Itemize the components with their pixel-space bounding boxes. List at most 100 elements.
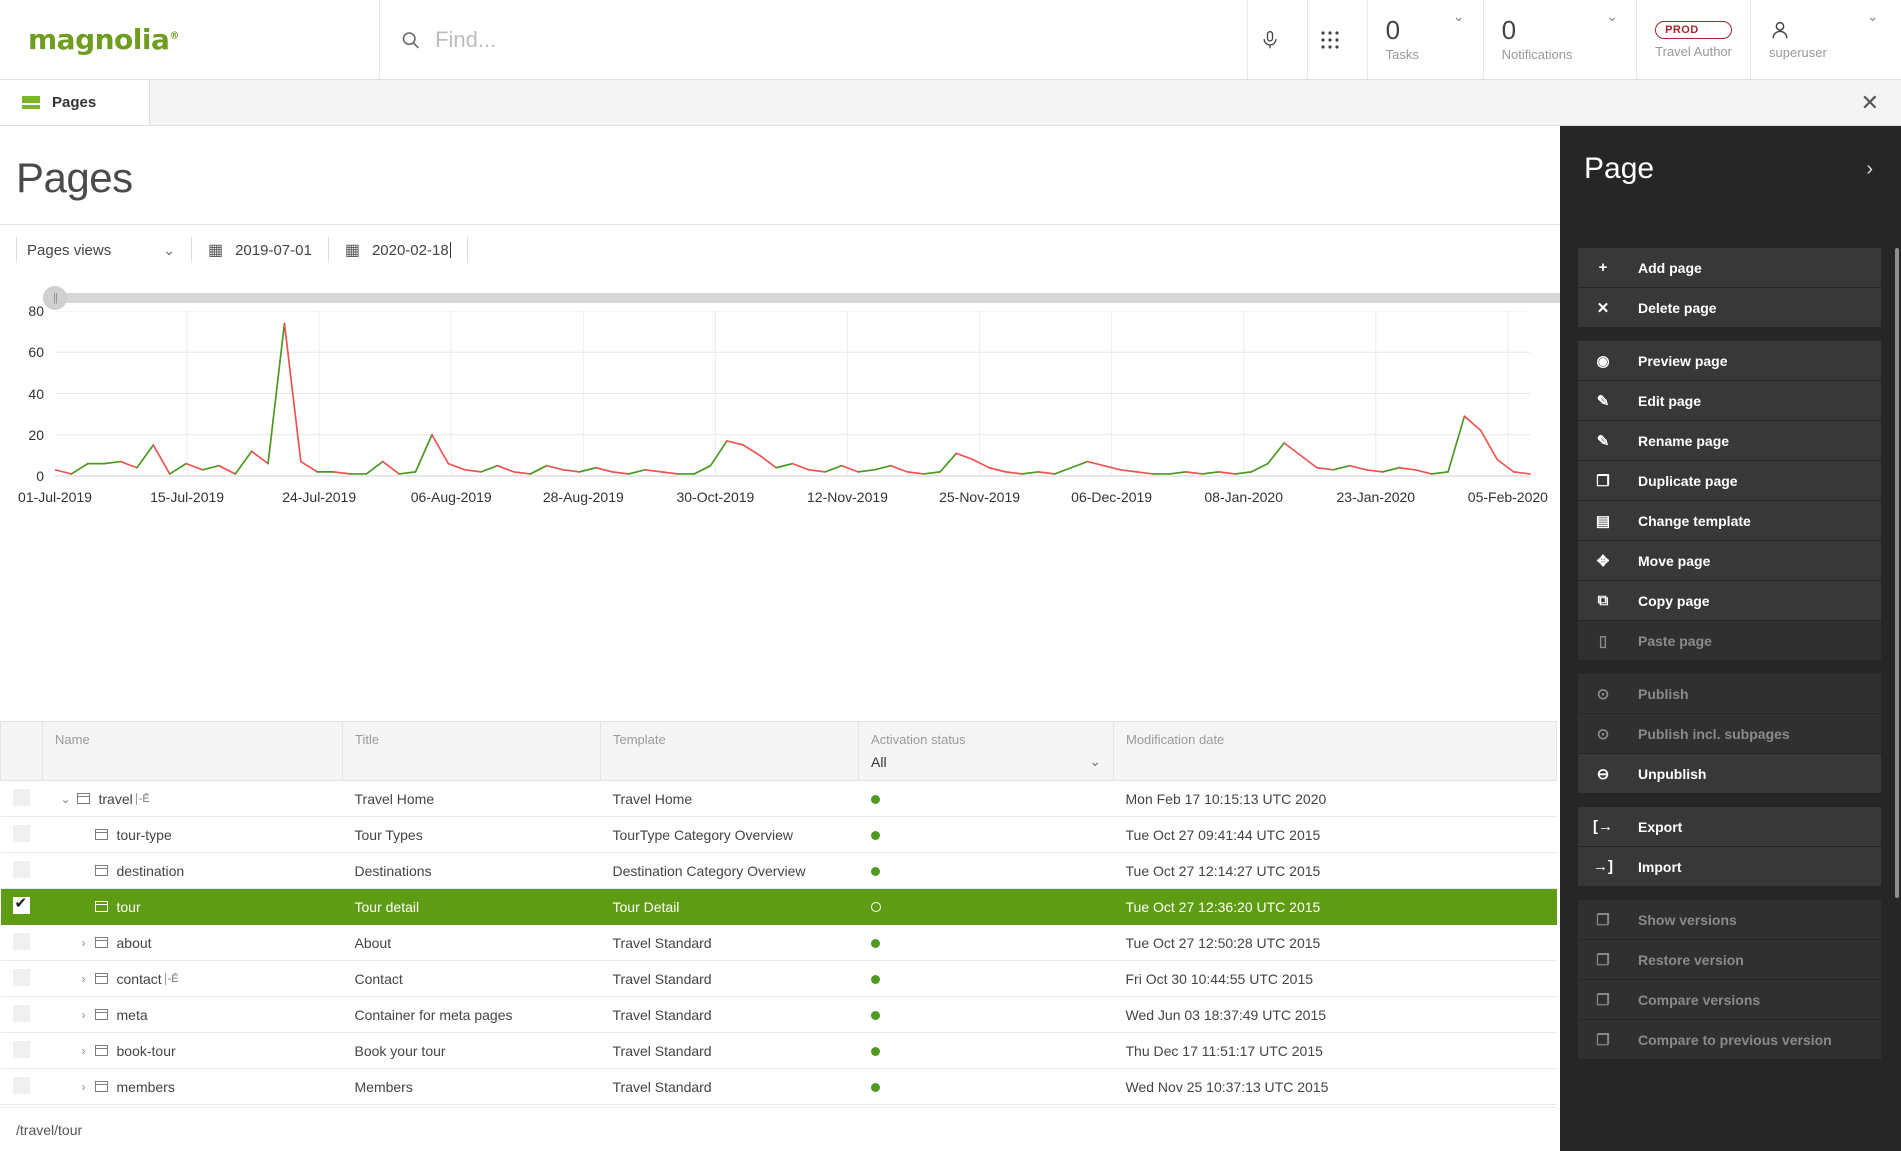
action-label: Publish incl. subpages (1638, 725, 1790, 742)
search-input[interactable] (435, 26, 1227, 53)
row-checkbox[interactable] (12, 860, 30, 878)
table-row[interactable]: tour Tour detailTour Detail Tue Oct 27 12:… (0, 888, 1557, 925)
tasks-menu[interactable]: 0 Tasks ⌄ (1368, 0, 1484, 79)
row-name-label: travel (98, 790, 133, 807)
action-copy-page[interactable]: ⧉ Copy page (1578, 581, 1881, 620)
row-name-cell[interactable]: destination (42, 852, 343, 889)
row-name-cell[interactable]: › contact -Ē (42, 960, 343, 997)
brand-logo-container[interactable]: magnolia® (0, 0, 380, 79)
row-name-cell[interactable]: tour-type (42, 816, 343, 853)
table-row[interactable]: › meta Container for meta pages Travel Stan… (0, 996, 1557, 1033)
row-expander-icon[interactable]: › (73, 1080, 95, 1094)
status-filter-value: All (871, 753, 887, 770)
table-row[interactable]: › about About Travel Standard Tue Oct 27 12:… (0, 924, 1557, 961)
notifications-counter: 0 Notifications (1502, 17, 1573, 62)
row-name-cell[interactable]: › members (42, 1068, 343, 1105)
microphone-icon (1263, 30, 1277, 48)
row-name-cell[interactable]: tour (42, 888, 343, 925)
global-search[interactable] (380, 0, 1248, 79)
header-title[interactable]: Title (342, 721, 601, 781)
row-name-cell[interactable]: › meta (42, 996, 343, 1033)
action-label: Change template (1638, 512, 1751, 529)
table-row[interactable]: › book-tour Book your tour Travel Standard T… (0, 1032, 1557, 1069)
chart-x-tick: 01-Jul-2019 (18, 489, 92, 505)
row-expander-icon[interactable]: › (73, 936, 95, 950)
action-preview-page[interactable]: ◉ Preview page (1578, 341, 1881, 380)
copy-icon: ⧉ (1597, 592, 1609, 609)
show-versions-icon: ❐ (1596, 911, 1610, 929)
date-from-field[interactable]: ▦ 2019-07-01 (192, 237, 329, 263)
row-template-cell: Travel Standard (600, 1032, 859, 1069)
row-checkbox[interactable] (12, 1076, 30, 1094)
action-edit-page[interactable]: ✎ Edit page (1578, 381, 1881, 420)
row-checkbox-cell[interactable] (0, 888, 43, 925)
close-icon[interactable]: ✕ (1861, 91, 1879, 114)
row-checkbox[interactable] (12, 1040, 30, 1058)
header-template[interactable]: Template (600, 721, 859, 781)
row-checkbox[interactable] (12, 895, 30, 914)
row-expander-icon[interactable]: › (73, 1044, 95, 1058)
row-checkbox-cell[interactable] (0, 996, 43, 1033)
row-checkbox-cell[interactable] (0, 780, 43, 817)
action-duplicate-page[interactable]: ❐ Duplicate page (1578, 461, 1881, 500)
row-checkbox[interactable] (12, 932, 30, 950)
row-checkbox-cell[interactable] (0, 1032, 43, 1069)
apps-launcher-button[interactable] (1308, 0, 1368, 79)
action-unpublish[interactable]: ⊖ Unpublish (1578, 754, 1881, 793)
chart-svg (55, 311, 1531, 477)
row-checkbox-cell[interactable] (0, 816, 43, 853)
chart-x-tick: 08-Jan-2020 (1204, 489, 1284, 505)
name-cell-inner: › about (55, 935, 331, 951)
row-checkbox-cell[interactable] (0, 852, 43, 889)
row-checkbox[interactable] (12, 824, 30, 842)
status-filter-select[interactable]: All ⌄ (871, 753, 1101, 770)
row-checkbox-cell[interactable] (0, 1068, 43, 1105)
range-slider-handle-left[interactable]: || (43, 286, 67, 310)
row-expander-icon[interactable]: › (73, 972, 95, 986)
action-move-page[interactable]: ✥ Move page (1578, 541, 1881, 580)
action-label: Restore version (1638, 951, 1744, 968)
action-panel-scrollbar[interactable] (1895, 248, 1899, 898)
action-delete-page[interactable]: ✕ Delete page (1578, 288, 1881, 327)
header-modification-date[interactable]: Modification date (1113, 721, 1557, 781)
action-change-template[interactable]: ▤ Change template (1578, 501, 1881, 540)
tab-pages[interactable]: Pages (0, 80, 150, 125)
row-name-cell[interactable]: › book-tour (42, 1032, 343, 1069)
notifications-menu[interactable]: 0 Notifications ⌄ (1484, 0, 1638, 79)
date-to-field[interactable]: ▦ 2020-02-18 (329, 237, 468, 263)
header-activation-status[interactable]: Activation status All ⌄ (858, 721, 1114, 781)
action-label: Compare versions (1638, 991, 1761, 1008)
close-x-icon: ✕ (1596, 299, 1610, 317)
action-add-page[interactable]: + Add page (1578, 248, 1881, 287)
row-status-cell (858, 960, 1114, 997)
row-checkbox[interactable] (12, 788, 30, 806)
table-header-row: Name Title Template Activation status Al… (0, 721, 1557, 781)
table-row[interactable]: tour-type Tour Types TourType Category Ove… (0, 816, 1557, 853)
table-row[interactable]: › contact -Ē Contact Travel Standard Fri Oct … (0, 960, 1557, 997)
row-modified-cell: Thu Dec 17 11:51:17 UTC 2015 (1113, 1032, 1557, 1069)
action-compare-to-previous-version: ❐ Compare to previous version (1578, 1020, 1881, 1059)
user-menu[interactable]: superuser ⌄ (1751, 0, 1901, 79)
row-checkbox[interactable] (12, 1004, 30, 1022)
header-select-all[interactable] (0, 721, 43, 781)
row-status-cell (858, 996, 1114, 1033)
row-checkbox-cell[interactable] (0, 924, 43, 961)
table-row[interactable]: ⌄ travel -Ē Travel Home Travel Home Mon Feb 1… (0, 780, 1557, 817)
row-expander-icon[interactable]: › (73, 1008, 95, 1022)
row-checkbox[interactable] (12, 968, 30, 986)
row-expander-icon[interactable]: ⌄ (55, 792, 77, 806)
chevron-right-icon[interactable]: › (1866, 158, 1873, 181)
table-row[interactable]: destination Destinations Destination Categ… (0, 852, 1557, 889)
table-row[interactable]: › members Members Travel Standard Wed Nov 25… (0, 1068, 1557, 1105)
row-title-cell: Travel Home (342, 780, 601, 817)
voice-search-button[interactable] (1248, 0, 1308, 79)
action-rename-page[interactable]: ✎ Rename page (1578, 421, 1881, 460)
action-import[interactable]: →] Import (1578, 847, 1881, 886)
row-name-cell[interactable]: ⌄ travel -Ē (42, 780, 343, 817)
header-name[interactable]: Name (42, 721, 343, 781)
metric-select[interactable]: Pages views ⌄ (16, 237, 192, 263)
row-name-cell[interactable]: › about (42, 924, 343, 961)
action-export[interactable]: [→ Export (1578, 807, 1881, 846)
environment-indicator[interactable]: PROD Travel Author (1637, 0, 1751, 79)
row-checkbox-cell[interactable] (0, 960, 43, 997)
